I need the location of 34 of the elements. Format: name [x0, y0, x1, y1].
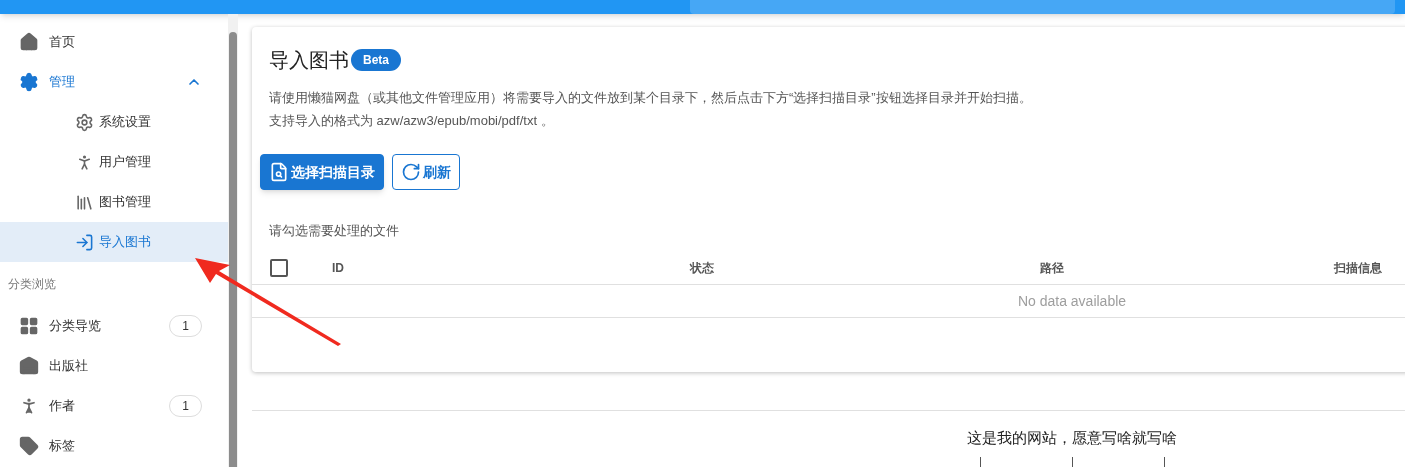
- scrollbar[interactable]: [228, 14, 238, 467]
- column-header[interactable]: 路径: [1040, 259, 1064, 277]
- submenu-item[interactable]: 系统设置: [0, 102, 228, 142]
- menu-item[interactable]: 标签: [0, 426, 228, 466]
- beta-badge: Beta: [351, 49, 401, 71]
- tag-icon: [19, 436, 39, 456]
- menu-item[interactable]: 分类导览 1: [0, 306, 228, 346]
- import-icon: [75, 232, 94, 252]
- page-title: 导入图书: [269, 48, 349, 73]
- home-icon: [19, 32, 39, 52]
- submenu-item[interactable]: 导入图书: [0, 222, 228, 262]
- select-all-checkbox[interactable]: [270, 259, 288, 277]
- submenu-item[interactable]: 用户管理: [0, 142, 228, 182]
- menu-item[interactable]: 首页: [0, 22, 228, 62]
- footer-text: 这是我的网站，愿意写啥就写啥: [967, 427, 1177, 448]
- menu-group[interactable]: 管理: [0, 62, 228, 102]
- refresh-icon: [401, 162, 421, 182]
- refresh-button[interactable]: 刷新: [392, 154, 460, 190]
- empty-message: No data available: [1017, 291, 1127, 311]
- description-text: 请使用懒猫网盘（或其他文件管理应用）将需要导入的文件放到某个目录下，然后点击下方“选择扫描目录”按钮选择目录并开始扫描。: [269, 89, 1033, 107]
- shelves-icon: [75, 192, 94, 212]
- column-header[interactable]: ID: [332, 259, 492, 277]
- section-header: 分类浏览: [8, 276, 56, 293]
- search-field[interactable]: [690, 0, 1395, 14]
- description-text: 支持导入的格式为 azw/azw3/epub/mobi/pdf/txt 。: [269, 112, 555, 130]
- scan-folder-button[interactable]: 选择扫描目录: [260, 154, 384, 190]
- submenu-item[interactable]: 图书管理: [0, 182, 228, 222]
- column-header[interactable]: 扫描信息: [1334, 259, 1382, 277]
- menu-item[interactable]: 出版社: [0, 346, 228, 386]
- grid-icon: [19, 316, 39, 336]
- menu-item[interactable]: 作者 1: [0, 386, 228, 426]
- table-caption: 请勾选需要处理的文件: [269, 223, 399, 238]
- file-search-icon: [269, 162, 289, 182]
- column-header[interactable]: 状态: [690, 259, 714, 277]
